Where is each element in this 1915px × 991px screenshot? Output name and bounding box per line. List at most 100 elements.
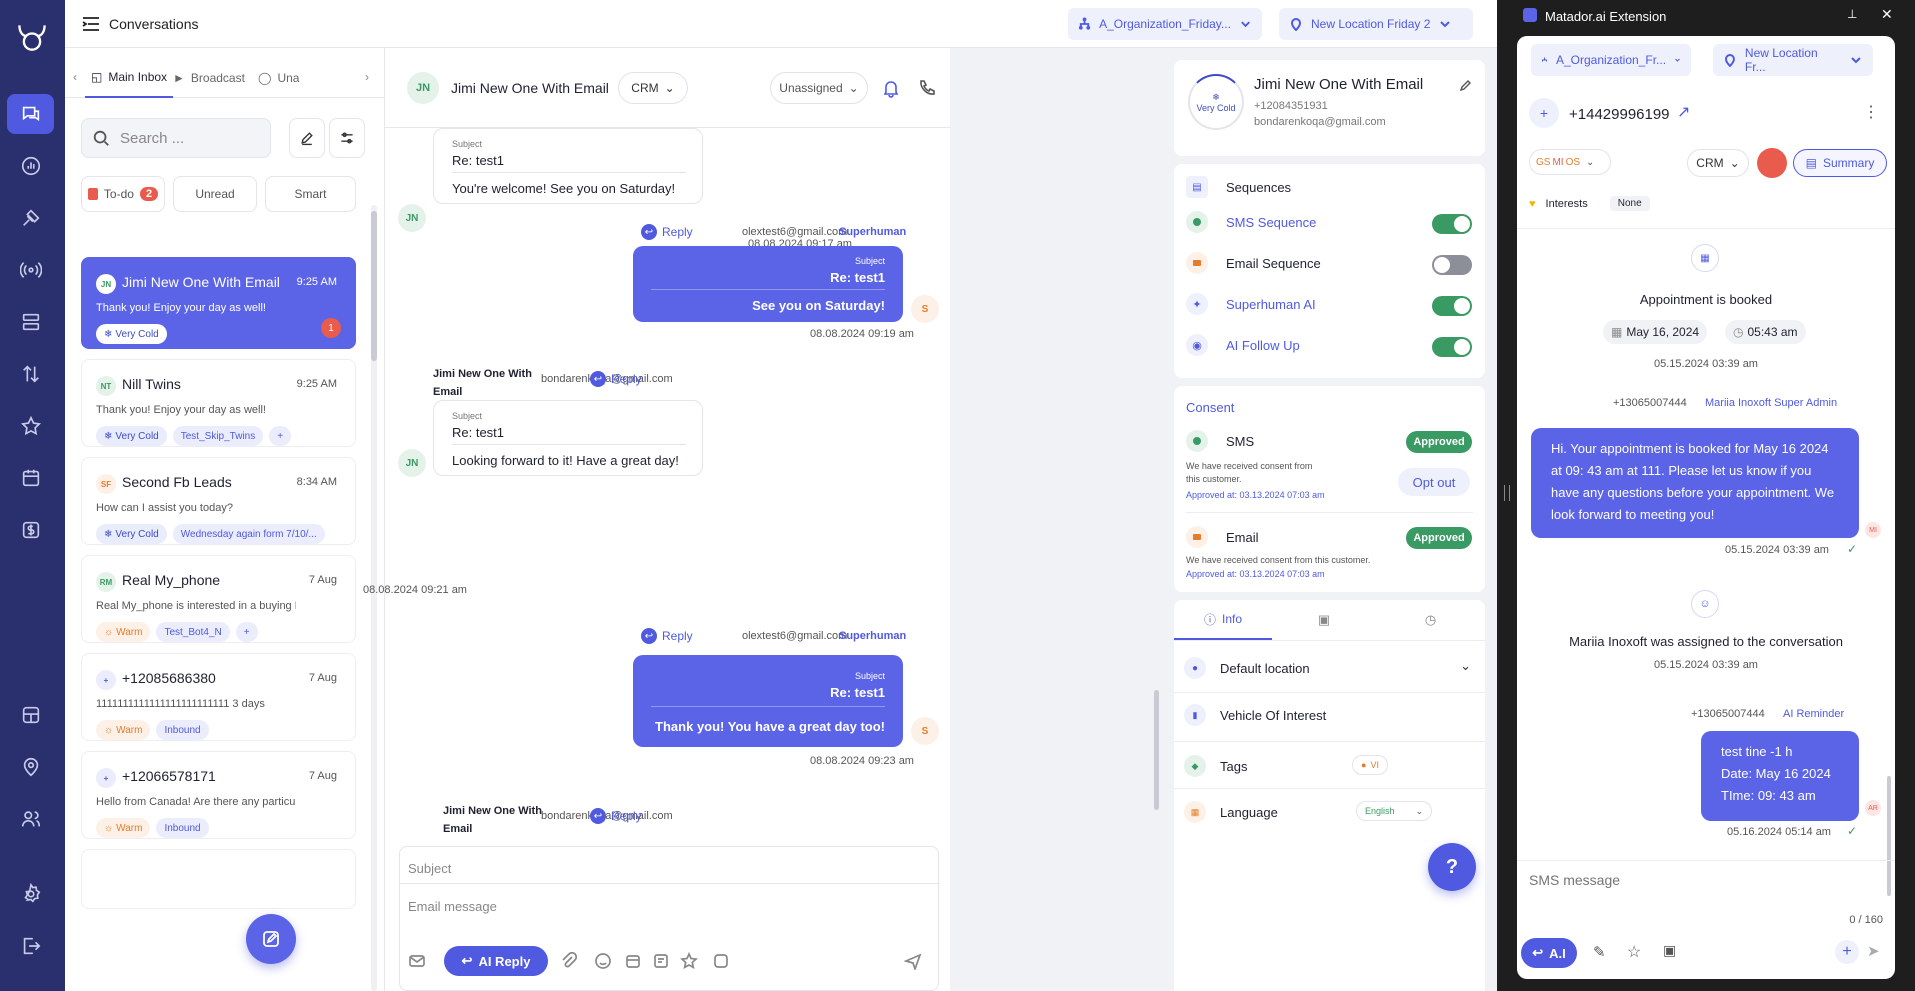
status-tag: ❄ Very Cold — [96, 524, 167, 544]
tag-chip[interactable]: ● VI — [1352, 755, 1388, 775]
author-badge: MI — [1865, 522, 1881, 538]
attach-icon[interactable]: ✎ — [1593, 943, 1606, 961]
ext-location-selector[interactable]: New Location Fr... — [1713, 44, 1873, 76]
divider — [1174, 741, 1485, 742]
filter-todo-button[interactable]: To-do 2 — [81, 176, 165, 212]
new-message-fab[interactable] — [246, 914, 296, 964]
nav-store-icon[interactable] — [7, 695, 54, 735]
nav-analytics-icon[interactable] — [7, 146, 54, 186]
superhuman-ai-toggle[interactable] — [1432, 296, 1472, 316]
add-button[interactable]: + — [1835, 940, 1859, 964]
scrollbar-thumb[interactable] — [371, 211, 377, 361]
crm-label: CRM — [1696, 156, 1724, 170]
menu-icon[interactable] — [81, 14, 101, 34]
edit-button[interactable] — [289, 118, 325, 158]
sms-message-input[interactable] — [1529, 872, 1869, 888]
nav-marketing-icon[interactable] — [7, 198, 54, 238]
dot-icon: ● — [1361, 760, 1367, 770]
edit-pencil-icon[interactable] — [1459, 78, 1473, 92]
chevron-down-icon[interactable]: ⌄ — [1460, 658, 1471, 674]
tab-notes[interactable]: ▣ — [1272, 600, 1376, 640]
ext-crm-button[interactable]: CRM ⌄ — [1687, 149, 1749, 177]
avatar: NT — [96, 376, 116, 396]
filter-smart-button[interactable]: Smart — [265, 176, 356, 212]
star-icon[interactable]: ☆ — [1627, 942, 1641, 962]
help-chat-button[interactable]: ? — [1428, 843, 1476, 891]
assign-selector[interactable]: Unassigned ⌄ — [770, 72, 868, 104]
nav-settings-icon[interactable] — [7, 874, 54, 914]
calendar-icon[interactable] — [624, 952, 642, 970]
tab-broadcast[interactable]: ► Broadcast — [173, 58, 245, 98]
ai-button[interactable]: ↩ A.I — [1521, 938, 1577, 968]
send-icon[interactable] — [903, 952, 922, 972]
matador-logo-icon[interactable] — [12, 18, 52, 58]
payment-icon[interactable]: ▣ — [1663, 942, 1676, 959]
filter-unread-button[interactable]: Unread — [173, 176, 257, 212]
crm-button[interactable]: CRM ⌄ — [618, 72, 688, 104]
location-selector[interactable]: New Location Friday 2 — [1279, 8, 1473, 40]
close-icon[interactable]: ✕ — [1881, 6, 1893, 23]
sms-sequence-toggle[interactable] — [1432, 214, 1472, 234]
nav-broadcast-icon[interactable] — [7, 250, 54, 290]
ai-reply-button[interactable]: ↩ AI Reply — [444, 946, 548, 976]
conversation-item[interactable]: RM Real My_phone 7 Aug Real My_phone is … — [81, 555, 356, 643]
pin-icon[interactable]: ⊥ — [1847, 7, 1857, 21]
nav-calendar-icon[interactable] — [7, 458, 54, 498]
send-icon[interactable]: ➤ — [1867, 942, 1880, 960]
phone-icon[interactable] — [917, 78, 937, 98]
language-selector[interactable]: English ⌄ — [1356, 801, 1432, 821]
payment-icon[interactable] — [712, 952, 730, 970]
assignees-selector[interactable]: GS MI OS ⌄ — [1529, 149, 1611, 175]
channel-selector-icon[interactable] — [408, 952, 426, 970]
filter-settings-button[interactable] — [329, 118, 365, 158]
nav-payments-icon[interactable] — [7, 510, 54, 550]
nav-location-icon[interactable] — [7, 747, 54, 787]
template-icon[interactable] — [652, 952, 670, 970]
emoji-icon[interactable] — [594, 952, 612, 970]
bell-icon[interactable] — [881, 78, 901, 98]
conversation-item[interactable]: + +12066578171 7 Aug Hello from Canada! … — [81, 751, 356, 839]
opt-out-button[interactable]: Opt out — [1398, 468, 1470, 496]
ext-summary-button[interactable]: ▤ Summary — [1793, 149, 1887, 177]
star-icon[interactable] — [680, 951, 698, 970]
email-message-input[interactable] — [408, 899, 908, 914]
nav-star-icon[interactable] — [7, 406, 54, 446]
clock-icon: ◷ — [1424, 612, 1437, 627]
ext-scrollbar-thumb[interactable] — [1887, 776, 1891, 896]
subject-input[interactable] — [408, 861, 908, 876]
panel-resize-handle[interactable] — [1497, 0, 1517, 991]
nav-conversations-icon[interactable] — [7, 94, 54, 134]
organization-selector[interactable]: A_Organization_Friday... — [1068, 8, 1262, 40]
tab-main-inbox[interactable]: ◱ Main Inbox — [85, 58, 174, 98]
email-sequence-toggle[interactable] — [1432, 255, 1472, 275]
tab-unassigned[interactable]: ◯ Una — [258, 58, 299, 98]
nav-logout-icon[interactable] — [7, 926, 54, 966]
open-external-icon[interactable]: ↗ — [1677, 102, 1690, 122]
tabs-next-arrow-icon[interactable]: › — [365, 70, 379, 86]
conversation-item[interactable]: NT Nill Twins 9:25 AM Thank you! Enjoy y… — [81, 359, 356, 447]
add-tag-button[interactable]: + — [269, 426, 292, 446]
tab-history[interactable]: ◷ — [1376, 600, 1485, 640]
more-menu-icon[interactable]: ⋮ — [1863, 102, 1879, 122]
reply-link[interactable]: ↩ Reply — [590, 371, 642, 387]
conversation-item[interactable]: SF Second Fb Leads 8:34 AM How can I ass… — [81, 457, 356, 545]
reply-link[interactable]: ↩ Reply — [641, 224, 693, 240]
search-input[interactable] — [120, 129, 250, 147]
conversation-item[interactable]: JN Jimi New One With Email 9:25 AM Thank… — [81, 257, 356, 349]
email-consent-icon — [1186, 526, 1208, 548]
reply-link[interactable]: ↩ Reply — [641, 628, 693, 644]
nav-users-icon[interactable] — [7, 799, 54, 839]
chat-scrollbar-thumb[interactable] — [1154, 690, 1159, 810]
nav-list-icon[interactable] — [7, 302, 54, 342]
ext-contact-icon[interactable] — [1757, 148, 1787, 178]
tab-info[interactable]: ⓘ Info — [1174, 600, 1272, 640]
nav-transfer-icon[interactable] — [7, 354, 54, 394]
ai-follow-up-toggle[interactable] — [1432, 337, 1472, 357]
list-scrollbar[interactable] — [371, 205, 377, 991]
attach-icon[interactable] — [560, 951, 578, 970]
ext-organization-selector[interactable]: A_Organization_Fr... — [1531, 44, 1691, 76]
add-tag-button[interactable]: + — [235, 622, 258, 642]
reply-link[interactable]: ↩ Reply — [590, 808, 642, 824]
conversation-item[interactable]: + +12085686380 7 Aug 1111111111111111111… — [81, 653, 356, 741]
conversation-item[interactable] — [81, 849, 356, 909]
